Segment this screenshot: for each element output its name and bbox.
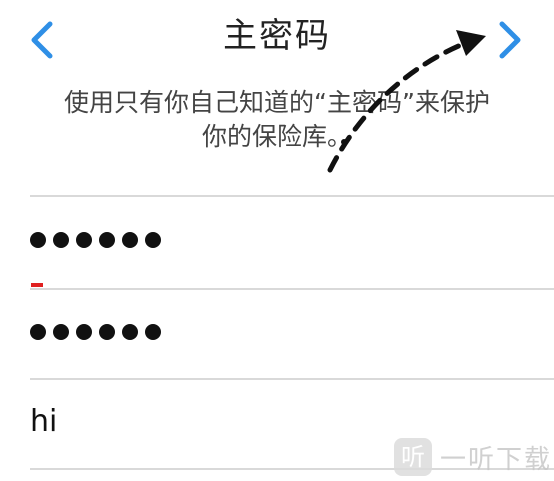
next-button[interactable] [490,18,530,62]
chevron-right-icon [499,21,521,59]
hint-value: hi [30,404,58,439]
password-dot [76,324,92,340]
master-password-field[interactable] [30,212,530,268]
divider [30,195,554,197]
password-dot [53,324,69,340]
field-focus-indicator [31,283,43,287]
confirm-password-field[interactable] [30,304,530,360]
password-dot [30,324,46,340]
password-dots [30,212,530,268]
password-dot [99,324,115,340]
password-dot [122,324,138,340]
description-line-1: 使用只有你自己知道的“主密码”来保护 [64,88,490,117]
divider [30,288,554,290]
description-text: 使用只有你自己知道的“主密码”来保护 你的保险库。 [20,86,534,154]
password-dot [99,232,115,248]
password-dot [30,232,46,248]
password-dot [122,232,138,248]
watermark-text: 一听下载 [440,444,553,475]
divider [30,378,554,380]
master-password-screen: 主密码 使用只有你自己知道的“主密码”来保护 你的保险库。 hi 听 一听下载 [0,0,554,481]
password-dot [145,324,161,340]
page-title: 主密码 [223,16,331,56]
password-dot [145,232,161,248]
description-line-2: 你的保险库。 [201,122,352,151]
password-dot [76,232,92,248]
confirm-password-dots [30,304,530,360]
watermark-logo-icon: 听 [394,438,432,476]
password-dot [53,232,69,248]
watermark: 听 一听下载 [394,436,552,478]
